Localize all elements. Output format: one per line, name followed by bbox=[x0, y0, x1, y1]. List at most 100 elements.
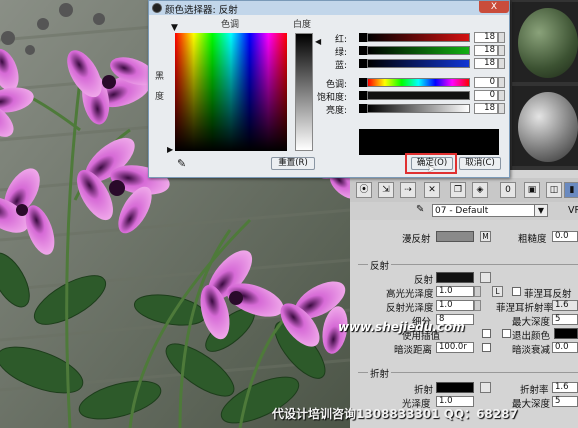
slider-marker bbox=[359, 46, 367, 55]
ior-field[interactable]: 1.6 bbox=[552, 382, 578, 393]
get-material-icon[interactable]: ⦿ bbox=[356, 182, 372, 198]
dialog-titlebar[interactable]: 颜色选择器: 反射 X bbox=[149, 1, 509, 16]
blue-value[interactable]: 18 bbox=[474, 58, 498, 69]
slider-marker bbox=[359, 104, 367, 113]
red-slider[interactable] bbox=[367, 33, 470, 42]
red-spinner[interactable] bbox=[498, 32, 505, 43]
refr-max-depth-field[interactable]: 5 bbox=[552, 396, 578, 407]
saturation-spinner[interactable] bbox=[498, 90, 505, 101]
dialog-title: 颜色选择器: 反射 bbox=[165, 5, 238, 16]
value-spinner[interactable] bbox=[498, 103, 505, 114]
refract-color-swatch[interactable] bbox=[436, 382, 474, 393]
reset-map-icon[interactable]: ✕ bbox=[424, 182, 440, 198]
blue-label: 蓝: bbox=[334, 61, 347, 71]
material-slot-2[interactable] bbox=[512, 86, 578, 166]
dim-distance-field[interactable]: 100.0r bbox=[436, 342, 474, 353]
hue-blackness-picker[interactable] bbox=[175, 33, 287, 151]
hilight-gloss-field[interactable]: 1.0 bbox=[436, 286, 474, 297]
mouse-cursor-icon: ➤ bbox=[427, 164, 436, 175]
saturation-label: 饱和度: bbox=[316, 93, 347, 103]
blue-slider[interactable] bbox=[367, 59, 470, 68]
red-value[interactable]: 18 bbox=[474, 32, 498, 43]
site-watermark: www.shejiedu.com bbox=[338, 320, 465, 334]
refl-gloss-spinner[interactable] bbox=[474, 300, 481, 311]
copy-material-icon[interactable]: ❐ bbox=[450, 182, 466, 198]
green-label: 绿: bbox=[334, 48, 347, 58]
color-selector-dialog: 颜色选择器: 反射 X 色调 白度 黑度 ▼ ▶ ◀ 红: 18 绿: 18 蓝… bbox=[148, 0, 510, 178]
refl-gloss-field[interactable]: 1.0 bbox=[436, 300, 474, 311]
refract-map-button[interactable] bbox=[480, 382, 491, 393]
go-to-parent-icon[interactable]: ▮ bbox=[564, 182, 578, 198]
refraction-group-title: 折射 bbox=[368, 366, 392, 380]
material-type-label[interactable]: VR bbox=[568, 205, 578, 216]
blue-slider-row: 蓝: 18 bbox=[309, 58, 509, 71]
green-slider[interactable] bbox=[367, 46, 470, 55]
blackness-pointer-icon[interactable]: ▶ bbox=[167, 145, 173, 154]
material-name-field[interactable]: 07 - Default bbox=[432, 204, 548, 217]
fresnel-checkbox[interactable] bbox=[512, 287, 521, 296]
diffuse-color-swatch[interactable] bbox=[436, 231, 474, 242]
blue-spinner[interactable] bbox=[498, 58, 505, 69]
green-spinner[interactable] bbox=[498, 45, 505, 56]
hue-pointer-icon[interactable]: ▼ bbox=[171, 23, 178, 33]
unique-icon[interactable]: ◈ bbox=[472, 182, 488, 198]
material-slot-1[interactable] bbox=[512, 2, 578, 82]
exit-color-checkbox[interactable] bbox=[502, 329, 511, 338]
reflect-color-swatch[interactable] bbox=[436, 272, 474, 283]
hue-value[interactable]: 0 bbox=[474, 77, 498, 88]
reset-button[interactable]: 重置(R) bbox=[271, 157, 315, 170]
saturation-value[interactable]: 0 bbox=[474, 90, 498, 101]
lock-button[interactable]: L bbox=[492, 286, 503, 297]
color-preview bbox=[359, 129, 499, 155]
exit-color-swatch[interactable] bbox=[554, 328, 578, 339]
saturation-slider[interactable] bbox=[367, 91, 470, 100]
fresnel-ior-field[interactable]: 1.6 bbox=[552, 300, 578, 311]
hue-slider[interactable] bbox=[367, 78, 470, 87]
diffuse-label: 漫反射 bbox=[402, 234, 431, 245]
hue-spinner[interactable] bbox=[498, 77, 505, 88]
slider-marker bbox=[359, 59, 367, 68]
slider-marker bbox=[359, 33, 367, 42]
dim-falloff-field[interactable]: 0.0 bbox=[552, 342, 578, 353]
green-value[interactable]: 18 bbox=[474, 45, 498, 56]
fresnel-ior-label: 菲涅耳折射率 bbox=[496, 303, 554, 314]
cancel-button[interactable]: 取消(C) bbox=[459, 157, 501, 170]
reflection-group-title: 反射 bbox=[368, 258, 392, 272]
value-value[interactable]: 18 bbox=[474, 103, 498, 114]
whiteness-label: 白度 bbox=[293, 20, 312, 30]
close-button[interactable]: X bbox=[479, 1, 509, 13]
blackness-label: 黑度 bbox=[155, 72, 165, 102]
show-end-result-icon[interactable]: ◫ bbox=[546, 182, 562, 198]
material-toolbar: ⦿ ⇲ ⇢ ✕ ❐ ◈ 0 ▣ ◫ ▮ bbox=[350, 178, 578, 203]
diffuse-map-button[interactable]: M bbox=[480, 231, 491, 242]
dim-distance-checkbox[interactable] bbox=[482, 343, 491, 352]
material-sphere-preview bbox=[518, 92, 578, 162]
slider-marker bbox=[359, 91, 367, 100]
value-slider[interactable] bbox=[367, 104, 470, 113]
green-slider-row: 绿: 18 bbox=[309, 45, 509, 58]
refract-label: 折射 bbox=[414, 385, 434, 396]
show-map-icon[interactable]: ▣ bbox=[524, 182, 540, 198]
dim-falloff-label: 暗淡衰减 bbox=[512, 345, 551, 356]
value-label: 亮度: bbox=[325, 106, 347, 116]
footer-watermark: 代设计培训咨询1308833301 QQ：68287 bbox=[272, 407, 518, 421]
use-interpolation-checkbox[interactable] bbox=[482, 329, 491, 338]
material-id-icon[interactable]: 0 bbox=[500, 182, 516, 198]
put-to-scene-icon[interactable]: ⇲ bbox=[378, 182, 394, 198]
slider-marker bbox=[359, 78, 367, 87]
hilight-gloss-spinner[interactable] bbox=[474, 286, 481, 297]
reflect-label: 反射 bbox=[414, 275, 434, 286]
eyedropper-icon[interactable]: ✎ bbox=[177, 157, 186, 170]
roughness-label: 粗糙度 bbox=[518, 234, 547, 245]
value-slider-row: 亮度: 18 bbox=[309, 103, 509, 116]
chevron-down-icon[interactable]: ▼ bbox=[534, 204, 548, 217]
reflect-map-button[interactable] bbox=[480, 272, 491, 283]
roughness-field[interactable]: 0.0 bbox=[552, 231, 578, 242]
hue-label: 色调 bbox=[221, 20, 240, 30]
red-slider-row: 红: 18 bbox=[309, 32, 509, 45]
assign-material-icon[interactable]: ⇢ bbox=[400, 182, 416, 198]
max-depth-field[interactable]: 5 bbox=[552, 314, 578, 325]
fresnel-label: 菲涅耳反射 bbox=[524, 289, 572, 300]
red-label: 红: bbox=[334, 35, 347, 45]
eyedropper-icon[interactable]: ✎ bbox=[416, 204, 424, 215]
